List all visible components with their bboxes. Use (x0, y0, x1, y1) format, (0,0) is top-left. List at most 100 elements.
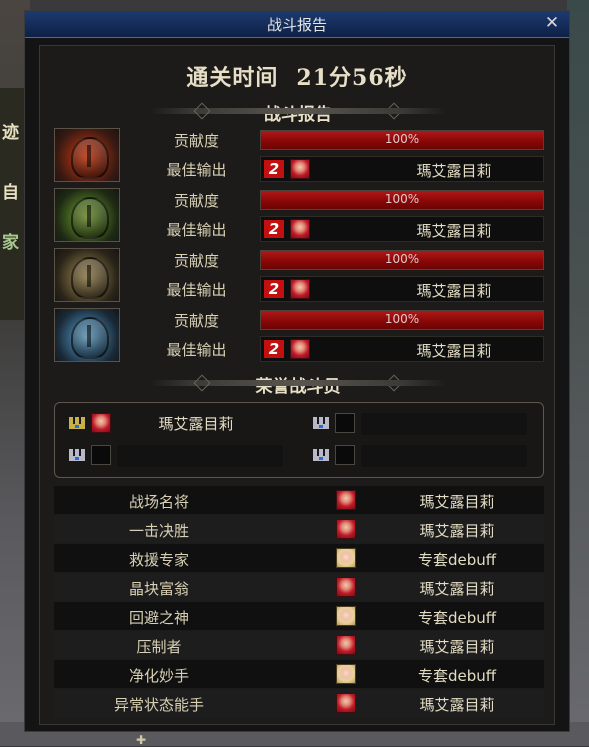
contribution-bar: 100% (260, 250, 544, 270)
award-player-name: 专套debuff (417, 551, 497, 569)
gold-crown-icon (69, 417, 85, 429)
honor-slot-background (361, 445, 527, 467)
best-output-label: 最佳输出 (166, 281, 227, 299)
rank-badge: 2 (264, 340, 284, 358)
honor-slot (313, 445, 527, 467)
gold-helmet-icon (54, 248, 120, 302)
rank-badge: 2 (264, 160, 284, 178)
award-row: 回避之神 专套debuff (54, 602, 544, 630)
red-hair-character-icon (290, 159, 310, 179)
blonde-character-icon (336, 664, 356, 684)
red-hair-character-icon (91, 413, 111, 433)
background-text: 家 (2, 233, 19, 253)
blue-helmet-icon (54, 308, 120, 362)
window-title: 战斗报告 (266, 16, 327, 34)
window-titlebar[interactable]: 战斗报告 ✕ (25, 11, 569, 38)
contribution-percent: 100% (384, 132, 420, 146)
player-row: 贡献度 100% 最佳输出 2 瑪艾露目莉 (54, 308, 544, 364)
red-hair-character-icon (336, 693, 356, 713)
close-icon[interactable]: ✕ (543, 13, 561, 33)
player-row: 贡献度 100% 最佳输出 2 瑪艾露目莉 (54, 188, 544, 244)
clear-time-value: 21分56秒 (296, 65, 408, 91)
best-output-box: 2 瑪艾露目莉 (260, 276, 544, 302)
award-row: 救援专家 专套debuff (54, 544, 544, 572)
player-row: 贡献度 100% 最佳输出 2 瑪艾露目莉 (54, 248, 544, 304)
ornament-divider (296, 380, 446, 386)
contribution-percent: 100% (384, 252, 420, 266)
contribution-label: 贡献度 (173, 312, 219, 330)
best-output-box: 2 瑪艾露目莉 (260, 156, 544, 182)
award-title: 净化妙手 (128, 667, 189, 685)
best-output-name: 瑪艾露目莉 (416, 282, 492, 300)
move-handle-icon[interactable]: ✚ (136, 734, 150, 746)
award-row: 战场名将 瑪艾露目莉 (54, 486, 544, 514)
red-helmet-icon (54, 128, 120, 182)
player-row: 贡献度 100% 最佳输出 2 瑪艾露目莉 (54, 128, 544, 184)
honor-slot: 瑪艾露目莉 (69, 413, 283, 435)
best-output-box: 2 瑪艾露目莉 (260, 336, 544, 362)
red-hair-character-icon (336, 490, 356, 510)
best-output-label: 最佳输出 (166, 161, 227, 179)
award-title: 异常状态能手 (113, 696, 204, 714)
award-title: 回避之神 (128, 609, 189, 627)
award-title: 一击决胜 (128, 522, 189, 540)
awards-list: 战场名将 瑪艾露目莉 一击决胜 瑪艾露目莉 救援专家 专套debuff 晶块富翁… (54, 486, 544, 718)
award-title: 晶块富翁 (128, 580, 189, 598)
contribution-label: 贡献度 (173, 192, 219, 210)
blonde-character-icon (336, 606, 356, 626)
award-title: 战场名将 (128, 493, 189, 511)
award-title: 救援专家 (128, 551, 189, 569)
award-player-name: 瑪艾露目莉 (419, 580, 495, 598)
best-output-box: 2 瑪艾露目莉 (260, 216, 544, 242)
section-header-honor: 荣誉战斗员 (40, 372, 556, 397)
blonde-character-icon (336, 548, 356, 568)
contribution-percent: 100% (384, 192, 420, 206)
contribution-bar: 100% (260, 130, 544, 150)
honor-slot (313, 413, 527, 435)
honor-slot-background (361, 413, 527, 435)
section-header-report: 战斗报告 (40, 100, 556, 125)
red-hair-character-icon (336, 519, 356, 539)
award-player-name: 瑪艾露目莉 (419, 493, 495, 511)
empty-slot (91, 445, 111, 465)
battle-report-window: 战斗报告 ✕ 通关时间 21分56秒 战斗报告 贡献度 100% 最佳输出 2 (24, 10, 570, 732)
silver-crown-icon (313, 449, 329, 461)
award-title: 压制者 (136, 638, 182, 656)
background-text: 自 (2, 183, 19, 203)
best-output-label: 最佳输出 (166, 221, 227, 239)
award-player-name: 瑪艾露目莉 (419, 522, 495, 540)
award-player-name: 瑪艾露目莉 (419, 696, 495, 714)
award-player-name: 瑪艾露目莉 (419, 638, 495, 656)
honor-slot (69, 445, 283, 467)
red-hair-character-icon (290, 279, 310, 299)
rank-badge: 2 (264, 280, 284, 298)
silver-crown-icon (69, 449, 85, 461)
best-output-name: 瑪艾露目莉 (416, 222, 492, 240)
contribution-percent: 100% (384, 312, 420, 326)
honor-slot-background (117, 445, 283, 467)
empty-slot (335, 413, 355, 433)
ornament-diamond-icon (193, 374, 211, 392)
honor-panel: 瑪艾露目莉 (54, 402, 544, 478)
ornament-divider (296, 108, 446, 114)
clear-time-label: 通关时间 (186, 65, 279, 91)
award-row: 晶块富翁 瑪艾露目莉 (54, 573, 544, 601)
contribution-label: 贡献度 (173, 132, 219, 150)
award-row: 异常状态能手 瑪艾露目莉 (54, 689, 544, 717)
award-player-name: 专套debuff (417, 609, 497, 627)
ornament-divider (150, 380, 300, 386)
award-row: 净化妙手 专套debuff (54, 660, 544, 688)
red-hair-character-icon (336, 577, 356, 597)
report-panel: 通关时间 21分56秒 战斗报告 贡献度 100% 最佳输出 2 瑪艾露目莉 贡… (39, 45, 555, 725)
background-scenery-right (567, 0, 589, 746)
award-row: 一击决胜 瑪艾露目莉 (54, 515, 544, 543)
rank-badge: 2 (264, 220, 284, 238)
empty-slot (335, 445, 355, 465)
background-text: 迹 (2, 123, 19, 143)
red-hair-character-icon (290, 339, 310, 359)
red-hair-character-icon (336, 635, 356, 655)
contribution-bar: 100% (260, 190, 544, 210)
red-hair-character-icon (290, 219, 310, 239)
green-helmet-icon (54, 188, 120, 242)
best-output-label: 最佳输出 (166, 341, 227, 359)
